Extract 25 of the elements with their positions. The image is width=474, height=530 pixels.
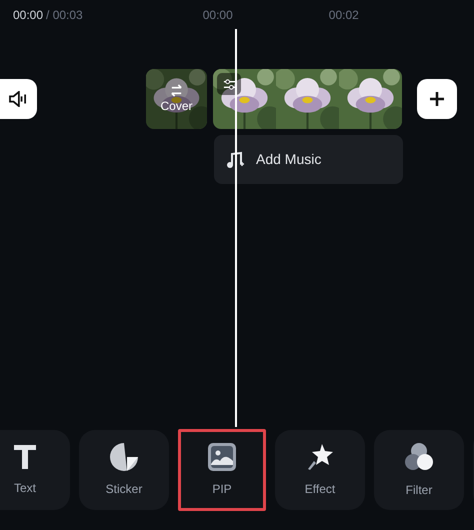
add-clip-button[interactable] [417, 79, 457, 119]
tool-button[interactable]: Filter [374, 430, 464, 510]
speaker-icon [9, 91, 27, 107]
cover-label: Cover [160, 98, 192, 114]
total-time: / 00:03 [46, 7, 83, 24]
ruler-time: 00:02 [328, 7, 359, 24]
tool-button[interactable]: PIP [178, 429, 266, 511]
plus-icon [429, 91, 445, 107]
tool-button[interactable]: Sticker [79, 430, 169, 510]
add-music-button[interactable]: Add Music [214, 135, 403, 184]
image-icon [207, 442, 237, 472]
sticker-icon [109, 442, 139, 472]
tool-button[interactable]: Effect [275, 430, 365, 510]
sliders-icon [222, 78, 236, 90]
text-icon [12, 443, 38, 471]
star-icon [305, 442, 335, 472]
swap-icon [170, 84, 183, 96]
filter-icon [403, 441, 435, 473]
ruler-time: 00:00 [202, 7, 233, 24]
mute-button[interactable] [0, 79, 37, 119]
current-time: 00:00 [13, 7, 44, 24]
cover-button[interactable]: Cover [146, 69, 207, 129]
video-clip[interactable] [213, 69, 402, 129]
music-note-icon [226, 150, 244, 168]
tool-button[interactable]: Text [0, 430, 70, 510]
